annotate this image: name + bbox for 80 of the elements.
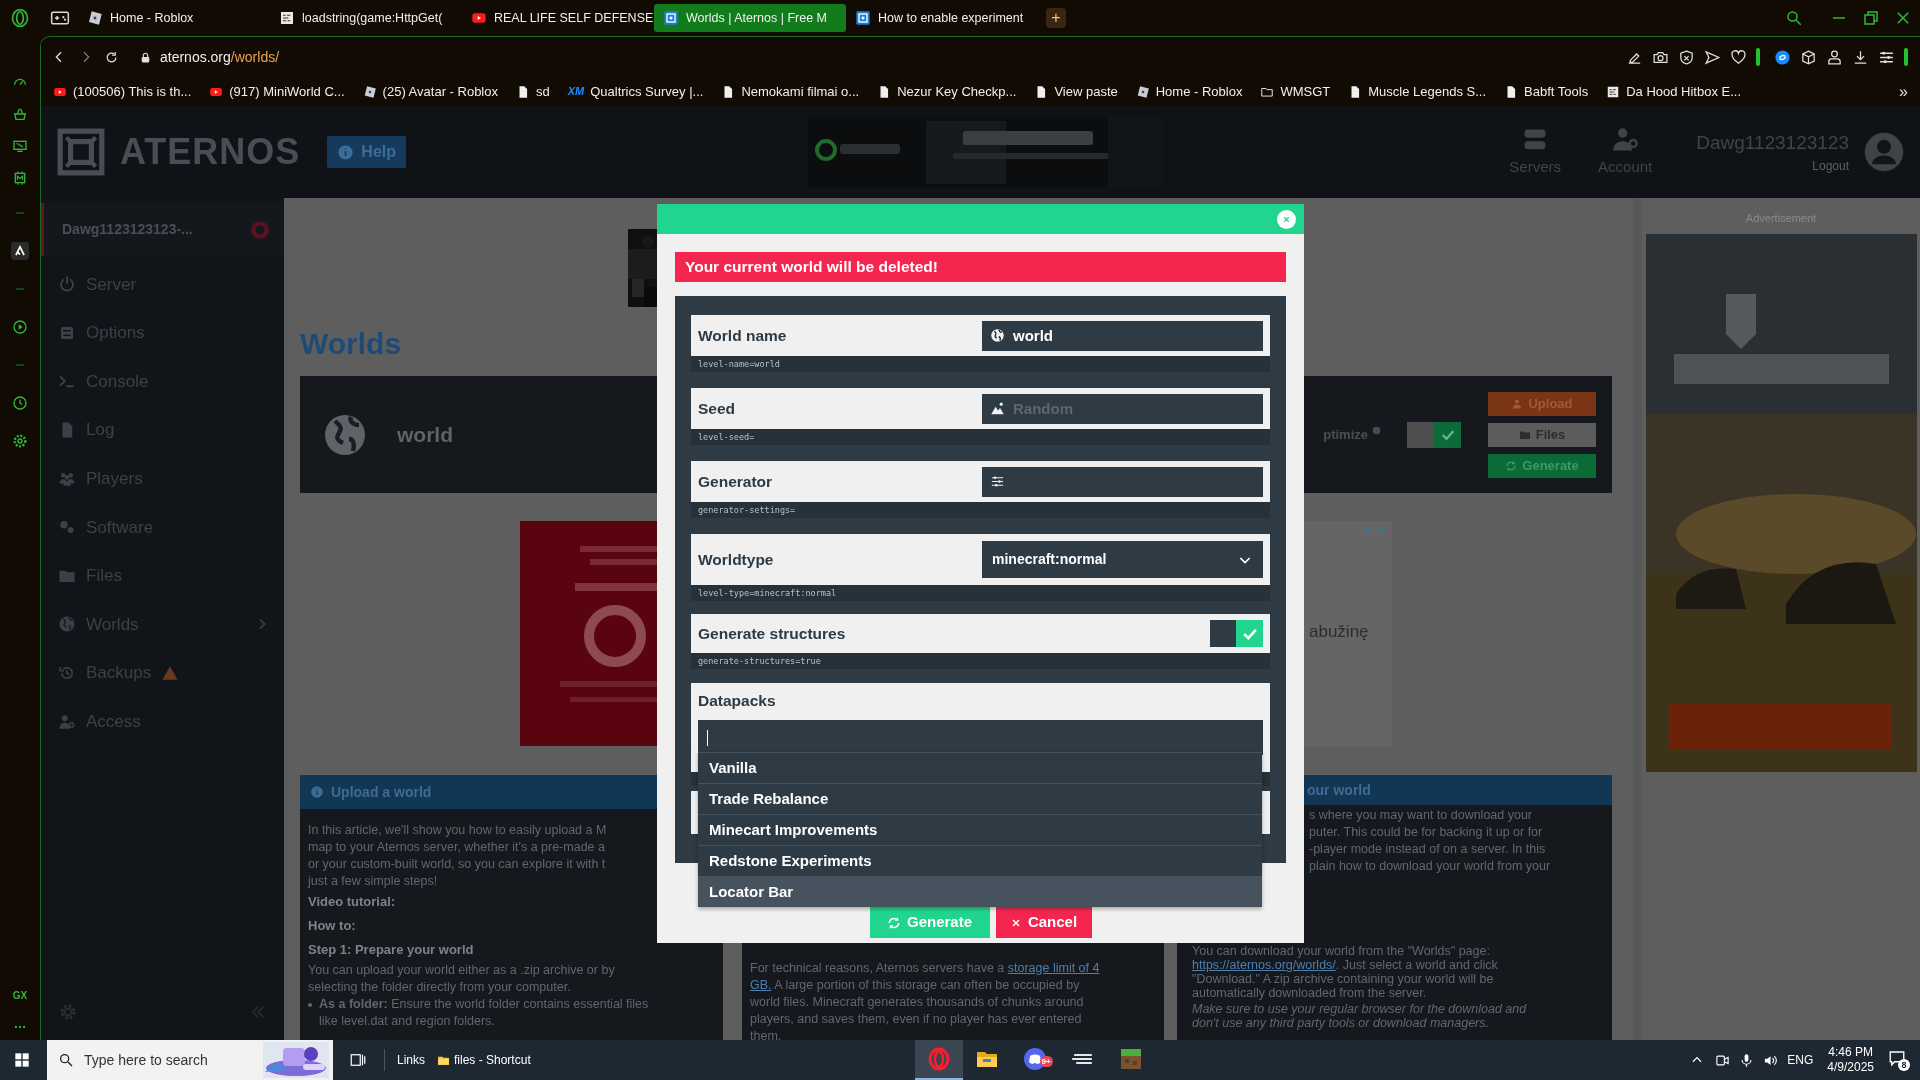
bookmark[interactable]: View paste bbox=[1034, 81, 1118, 102]
field-hint: generator-settings= bbox=[691, 502, 1270, 518]
clock[interactable]: 4:46 PM 4/9/2025 bbox=[1827, 1045, 1874, 1075]
links-label: Links bbox=[397, 1052, 425, 1069]
field-label: World name bbox=[698, 325, 788, 346]
world-name: world bbox=[397, 421, 453, 448]
field-label: Worldtype bbox=[698, 549, 775, 570]
text-link[interactable]: storage limit of 4 bbox=[1007, 961, 1100, 975]
worldtype-select[interactable]: minecraft:normal bbox=[982, 541, 1263, 578]
dropdown-option[interactable]: Locator Bar bbox=[698, 876, 1262, 907]
article-text: https://aternos.org/worlds/. Just select a world and click bbox=[1192, 958, 1499, 972]
warning-banner: Your current world will be deleted! bbox=[675, 252, 1286, 282]
browser-tab[interactable]: How to enable experiment bbox=[846, 4, 1038, 32]
cancel-button[interactable]: Cancel bbox=[995, 907, 1092, 938]
notification-count: 8 bbox=[1898, 1059, 1910, 1071]
notification-badge: 9+ bbox=[1039, 1056, 1053, 1067]
field-label: Generate structures bbox=[698, 623, 847, 644]
article-text: For technical reasons, Aternos servers have a storage limit of 4 bbox=[750, 960, 1101, 977]
gx-label: GX bbox=[12, 990, 28, 1002]
dropdown-option[interactable]: Minecart Improvements bbox=[698, 814, 1262, 845]
bookmark[interactable]: (100506) This is th... bbox=[53, 81, 192, 102]
shortcut-item[interactable]: files - Shortcut bbox=[437, 1051, 531, 1069]
dropdown-option[interactable]: Redstone Experiments bbox=[698, 845, 1262, 876]
article-text: puter. This could be for backing it up or for bbox=[1309, 824, 1544, 841]
article-text: like level.dat and region folders. bbox=[318, 1013, 496, 1030]
language-indicator[interactable]: ENG bbox=[1787, 1051, 1814, 1069]
browser-tab[interactable]: REAL LIFE SELF DEFENSE bbox=[462, 4, 654, 32]
bookmark[interactable]: WMSGT bbox=[1260, 81, 1331, 102]
article-text: automatically downloaded from the server. bbox=[1192, 986, 1428, 1000]
article-text: Make sure to use your regular browser for the download and bbox=[1192, 1002, 1528, 1016]
field-label: Generator bbox=[698, 471, 774, 492]
site-logo: ATERNOS bbox=[120, 130, 301, 174]
field-label: Seed bbox=[698, 398, 737, 419]
article-text: As a folder: Ensure the world folder contains essential files bbox=[319, 996, 649, 1013]
article-text: GB. A large portion of this storage can often be occupied by bbox=[750, 977, 1081, 994]
field-label: Datapacks bbox=[698, 691, 777, 711]
article-text: You can upload your world either as a .zip archive or by bbox=[308, 962, 616, 979]
bookmark[interactable]: Babft Tools bbox=[1504, 81, 1589, 102]
article-text: plain how to download your world from your bbox=[1309, 858, 1552, 875]
bookmark[interactable]: (917) MiniWorld C... bbox=[209, 81, 345, 102]
field-hint: generate-structures=true bbox=[691, 653, 1270, 669]
article-text: map to your Aternos server, whether it's a pre-made a bbox=[308, 839, 606, 856]
text-link[interactable]: GB. bbox=[750, 978, 772, 992]
address-field[interactable]: aternos.org/worlds/ bbox=[139, 44, 280, 70]
field-hint: level-name=world bbox=[691, 356, 1270, 372]
bookmark[interactable]: Nezur Key Checkp... bbox=[877, 81, 1017, 102]
bookmark[interactable]: Da Hood Hitbox E... bbox=[1606, 81, 1742, 102]
bookmark[interactable]: Muscle Legends S... bbox=[1348, 81, 1487, 102]
field-hint: level-seed= bbox=[691, 429, 1270, 445]
more-bookmarks-button[interactable]: » bbox=[1899, 79, 1908, 104]
article-text: world files. Minecraft generates thousands of chunks around bbox=[750, 994, 1085, 1011]
bookmark[interactable]: sd bbox=[516, 81, 550, 102]
field-hint: level-type=minecraft:normal bbox=[691, 585, 1270, 601]
browser-tab[interactable]: Home - Roblox bbox=[78, 4, 270, 32]
article-text: You can download your world from the "Worlds" page: bbox=[1192, 944, 1491, 958]
text-link[interactable]: https://aternos.org/worlds/ bbox=[1192, 958, 1336, 972]
bookmark[interactable]: XM Qualtrics Survey |... bbox=[567, 81, 704, 102]
text-field[interactable]: world bbox=[982, 320, 1263, 351]
page-title: Worlds bbox=[300, 326, 402, 362]
article-text: "Download." A zip archive containing your world will be bbox=[1192, 972, 1495, 986]
article-text: them. bbox=[750, 1028, 783, 1040]
ad-text: abužinę bbox=[1309, 621, 1369, 643]
browser-tab[interactable]: Worlds | Aternos | Free M bbox=[654, 4, 846, 32]
article-text: players, and saves them, even if no player has ever entered bbox=[750, 1011, 1083, 1028]
article-text: -player mode instead of on a server. In this bbox=[1309, 841, 1547, 858]
browser-tab[interactable]: loadstring(game:HttpGet( bbox=[270, 4, 462, 32]
dropdown-option[interactable]: Vanilla bbox=[698, 752, 1262, 783]
dropdown-option[interactable]: Trade Rebalance bbox=[698, 783, 1262, 814]
article-text: just a few simple steps! bbox=[308, 873, 439, 890]
bookmark[interactable]: (25) Avatar - Roblox bbox=[362, 81, 498, 102]
survey-logo: XM bbox=[567, 84, 585, 100]
bookmark[interactable]: Home - Roblox bbox=[1135, 81, 1243, 102]
article-text: s where you may want to download your bbox=[1309, 807, 1534, 824]
taskbar-app[interactable]: 9+ bbox=[1010, 1040, 1059, 1080]
article-heading: Step 1: Prepare your world bbox=[308, 941, 475, 959]
article-heading: How to: bbox=[308, 917, 357, 935]
new-tab-button[interactable]: + bbox=[1046, 8, 1066, 28]
article-text: selecting the folder directly from your computer. bbox=[308, 979, 572, 996]
article-text: don't use any third party tools or download managers. bbox=[1192, 1016, 1490, 1030]
bookmark[interactable]: Nemokami filmai o... bbox=[721, 81, 860, 102]
